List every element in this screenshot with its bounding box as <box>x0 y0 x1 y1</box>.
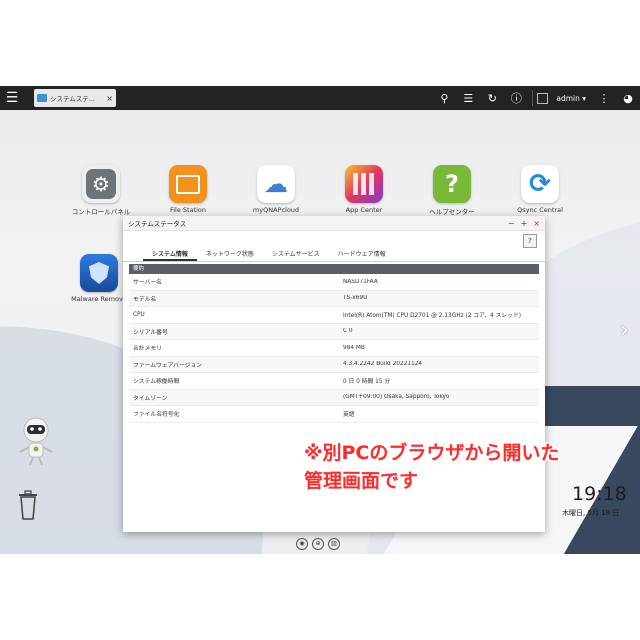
row-key: タイムゾーン <box>133 395 168 402</box>
shield-icon <box>80 254 118 292</box>
table-row: タイムゾーン (GMT+09:00) Osaka, Sapporo, Tokyo <box>129 389 539 406</box>
menu-icon[interactable]: ☰ <box>0 86 24 110</box>
annotation-text: ※別PCのブラウザから開いた 管理画面です <box>304 439 559 495</box>
window-title-bar[interactable]: システムステータス − + × <box>123 216 545 231</box>
tab-system-services[interactable]: システムサービス <box>263 249 329 261</box>
desktop-icon-help-center[interactable]: ? ヘルプセンター <box>417 165 487 216</box>
help-button[interactable]: ? <box>523 234 537 248</box>
row-key: サーバー名 <box>133 280 162 287</box>
desktop-icon-qsync-central[interactable]: ⟳ Qsync Central <box>505 165 575 214</box>
row-value: (GMT+09:00) Osaka, Sapporo, Tokyo <box>343 394 450 401</box>
help-row: ? <box>123 231 545 249</box>
row-key: ファームウェアバージョン <box>133 362 203 369</box>
cloud-icon: ☁ <box>257 165 295 203</box>
row-key: システム稼働時間 <box>133 379 180 386</box>
row-value: 4.3.4.2242 Build 20221124 <box>343 361 423 368</box>
tab-network-status[interactable]: ネットワーク状態 <box>197 249 263 261</box>
help-icon: ? <box>433 165 471 203</box>
gear-icon: ⚙ <box>82 165 120 203</box>
table-row: シリアル番号 C 0 <box>129 323 539 340</box>
grid-icon[interactable]: ▥ <box>328 538 340 550</box>
table-row: ファイル名符号化 英語 <box>129 406 539 423</box>
stack-icon[interactable]: ☰ <box>456 86 480 110</box>
desktop-icon-file-station[interactable]: File Station <box>153 165 223 214</box>
taskbar-tab[interactable]: システムステ... × <box>34 89 116 107</box>
top-bar-right: ⚲ ☰ ↻ ⓘ admin ▾ ⋮ ◕ <box>432 86 640 110</box>
tab-system-info[interactable]: システム情報 <box>143 249 197 261</box>
row-value: 984 MB <box>343 344 365 351</box>
desktop-icon-label: Qsync Central <box>517 206 563 214</box>
window-title: システムステータス <box>128 220 187 228</box>
desktop-icon-control-panel[interactable]: ⚙ コントロールパネル <box>66 165 136 216</box>
row-value: C 0 <box>343 328 353 335</box>
clock-time: 19:18 <box>572 483 627 505</box>
search-icon[interactable]: ⚲ <box>432 86 456 110</box>
window-tabs: システム情報 ネットワーク状態 システムサービス ハードウェア情報 <box>123 249 545 262</box>
row-key: シリアル番号 <box>133 329 168 336</box>
window-icon <box>37 94 47 102</box>
desktop-icon-label: myQNAPcloud <box>252 206 300 214</box>
more-icon[interactable]: ⋮ <box>592 86 616 110</box>
zoom-icon[interactable]: ⊕ <box>312 538 324 550</box>
maximize-button[interactable]: + <box>521 219 528 228</box>
info-table: サーバー名 NASD71FAA モデル名 TS-x69U CPU Intel(R) A… <box>129 274 539 423</box>
clock-date: 木曜日, 5月 18 日 <box>562 509 620 517</box>
table-row: モデル名 TS-x69U <box>129 290 539 307</box>
info-icon[interactable]: ⓘ <box>504 86 528 110</box>
table-row: 合計メモリ 984 MB <box>129 340 539 357</box>
row-value: NASD71FAA <box>343 278 378 285</box>
grid-icon <box>345 165 383 203</box>
row-value: 0 日 0 時間 15 分 <box>343 379 391 386</box>
chevron-right-icon[interactable]: › <box>620 318 629 343</box>
row-value: TS-x69U <box>343 295 368 302</box>
user-icon <box>537 92 549 104</box>
top-bar: ☰ システムステ... × ⚲ ☰ ↻ ⓘ admin ▾ ⋮ ◕ <box>0 86 640 110</box>
table-row: ファームウェアバージョン 4.3.4.2242 Build 20221124 <box>129 356 539 373</box>
annotation-line: ※別PCのブラウザから開いた <box>304 442 560 464</box>
robot-icon[interactable] <box>16 416 56 468</box>
user-name: admin ▾ <box>556 93 586 103</box>
row-value: Intel(R) Atom(TM) CPU D2701 @ 2.13GHz (2… <box>343 313 522 320</box>
tab-label: システムステ... <box>50 95 96 103</box>
divider <box>532 90 534 106</box>
tab-hardware-info[interactable]: ハードウェア情報 <box>329 249 395 261</box>
bottom-controls: ◉ ⊕ ▥ <box>294 538 342 550</box>
dashboard-icon[interactable]: ◕ <box>616 86 640 110</box>
trash-icon[interactable] <box>17 489 39 521</box>
user-menu[interactable]: admin ▾ <box>537 92 586 104</box>
annotation-line: 管理画面です <box>304 470 419 492</box>
close-button[interactable]: × <box>533 219 540 228</box>
table-row: CPU Intel(R) Atom(TM) CPU D2701 @ 2.13GHz… <box>129 307 539 324</box>
row-key: モデル名 <box>133 296 157 303</box>
desktop-icon-label: File Station <box>169 206 207 214</box>
sync-icon[interactable]: ↻ <box>480 86 504 110</box>
desktop-icon-app-center[interactable]: App Center <box>329 165 399 214</box>
table-row: システム稼働時間 0 日 0 時間 15 分 <box>129 373 539 390</box>
minimize-button[interactable]: − <box>508 219 515 228</box>
sync-icon: ⟳ <box>521 165 559 203</box>
eye-icon[interactable]: ◉ <box>296 538 308 550</box>
row-key: ファイル名符号化 <box>133 412 180 419</box>
desktop-icon-myqnapcloud[interactable]: ☁ myQNAPcloud <box>241 165 311 214</box>
row-key: CPU <box>133 311 145 318</box>
section-header: 要約 <box>129 264 539 274</box>
folder-icon <box>169 165 207 203</box>
table-row: サーバー名 NASD71FAA <box>129 274 539 291</box>
row-key: 合計メモリ <box>133 346 162 353</box>
close-icon[interactable]: × <box>106 94 113 103</box>
row-value: 英語 <box>343 412 355 419</box>
desktop-icon-label: コントロールパネル <box>71 208 131 216</box>
desktop-icon-label: ヘルプセンター <box>429 208 475 216</box>
desktop-icon-label: App Center <box>345 206 383 214</box>
